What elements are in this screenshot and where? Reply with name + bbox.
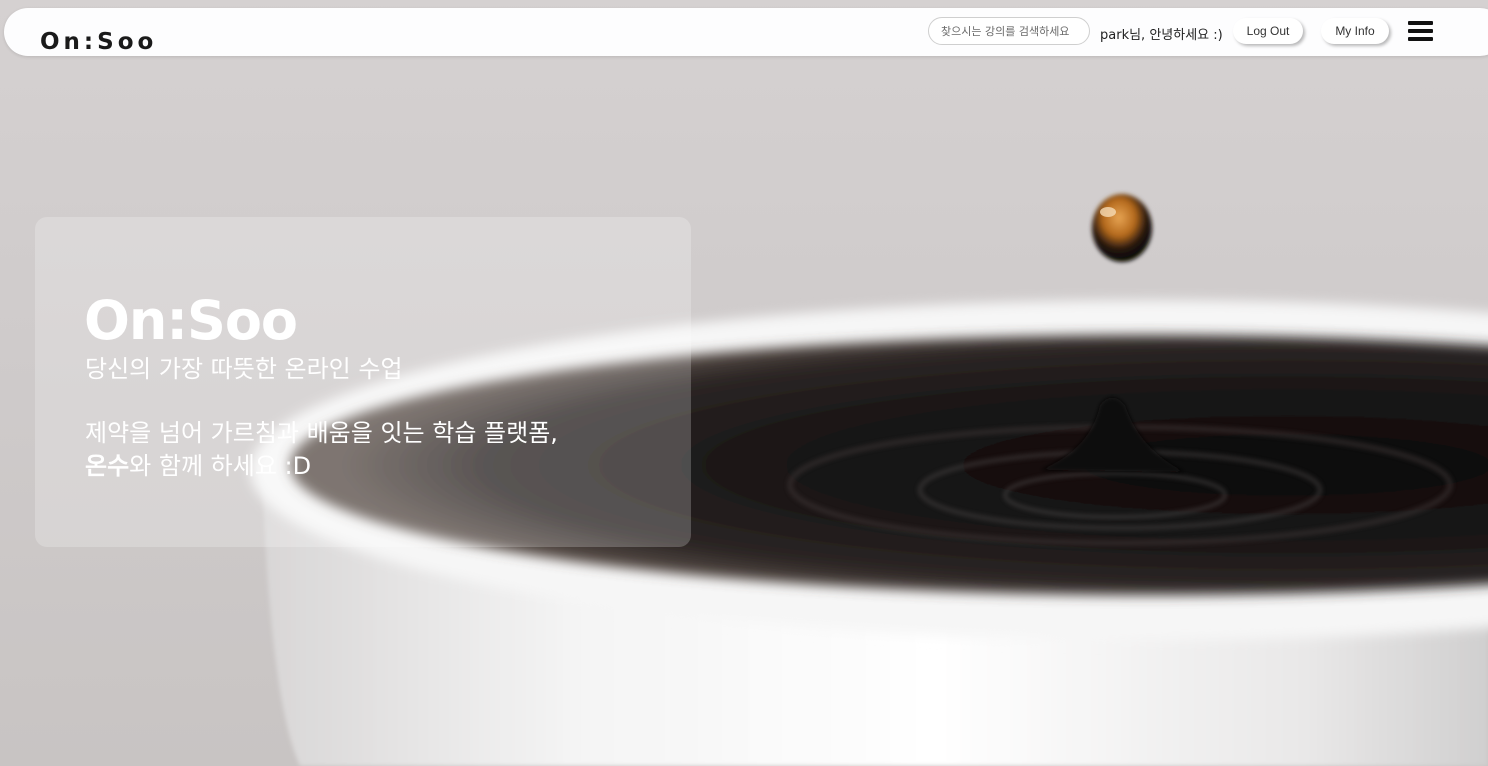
hero-description-rest: 와 함께 하세요 :D (129, 452, 312, 480)
intro-card: On:Soo 당신의 가장 따뜻한 온라인 수업 제약을 넘어 가르침과 배움을… (35, 217, 691, 547)
hero-title: On:Soo (84, 289, 298, 352)
hero-subtitle: 당신의 가장 따뜻한 온라인 수업 (85, 355, 403, 383)
hamburger-menu-icon[interactable] (1408, 20, 1434, 44)
brand-name: 온수 (85, 452, 130, 480)
logout-button[interactable]: Log Out (1233, 18, 1303, 44)
site-logo[interactable]: On:Soo (40, 27, 157, 57)
hero-description-line2: 온수와 함께 하세요 :D (85, 450, 311, 482)
lecture-search-input[interactable] (928, 17, 1090, 45)
menu-bar (1408, 29, 1433, 33)
menu-bar (1408, 21, 1433, 25)
user-greeting: park님, 안녕하세요 :) (1100, 28, 1223, 43)
my-info-button[interactable]: My Info (1321, 18, 1389, 44)
hero-section: On:Soo park님, 안녕하세요 :) Log Out My Info O… (0, 0, 1488, 766)
menu-bar (1408, 37, 1433, 41)
hero-description-line1: 제약을 넘어 가르침과 배움을 잇는 학습 플랫폼, (85, 419, 558, 447)
